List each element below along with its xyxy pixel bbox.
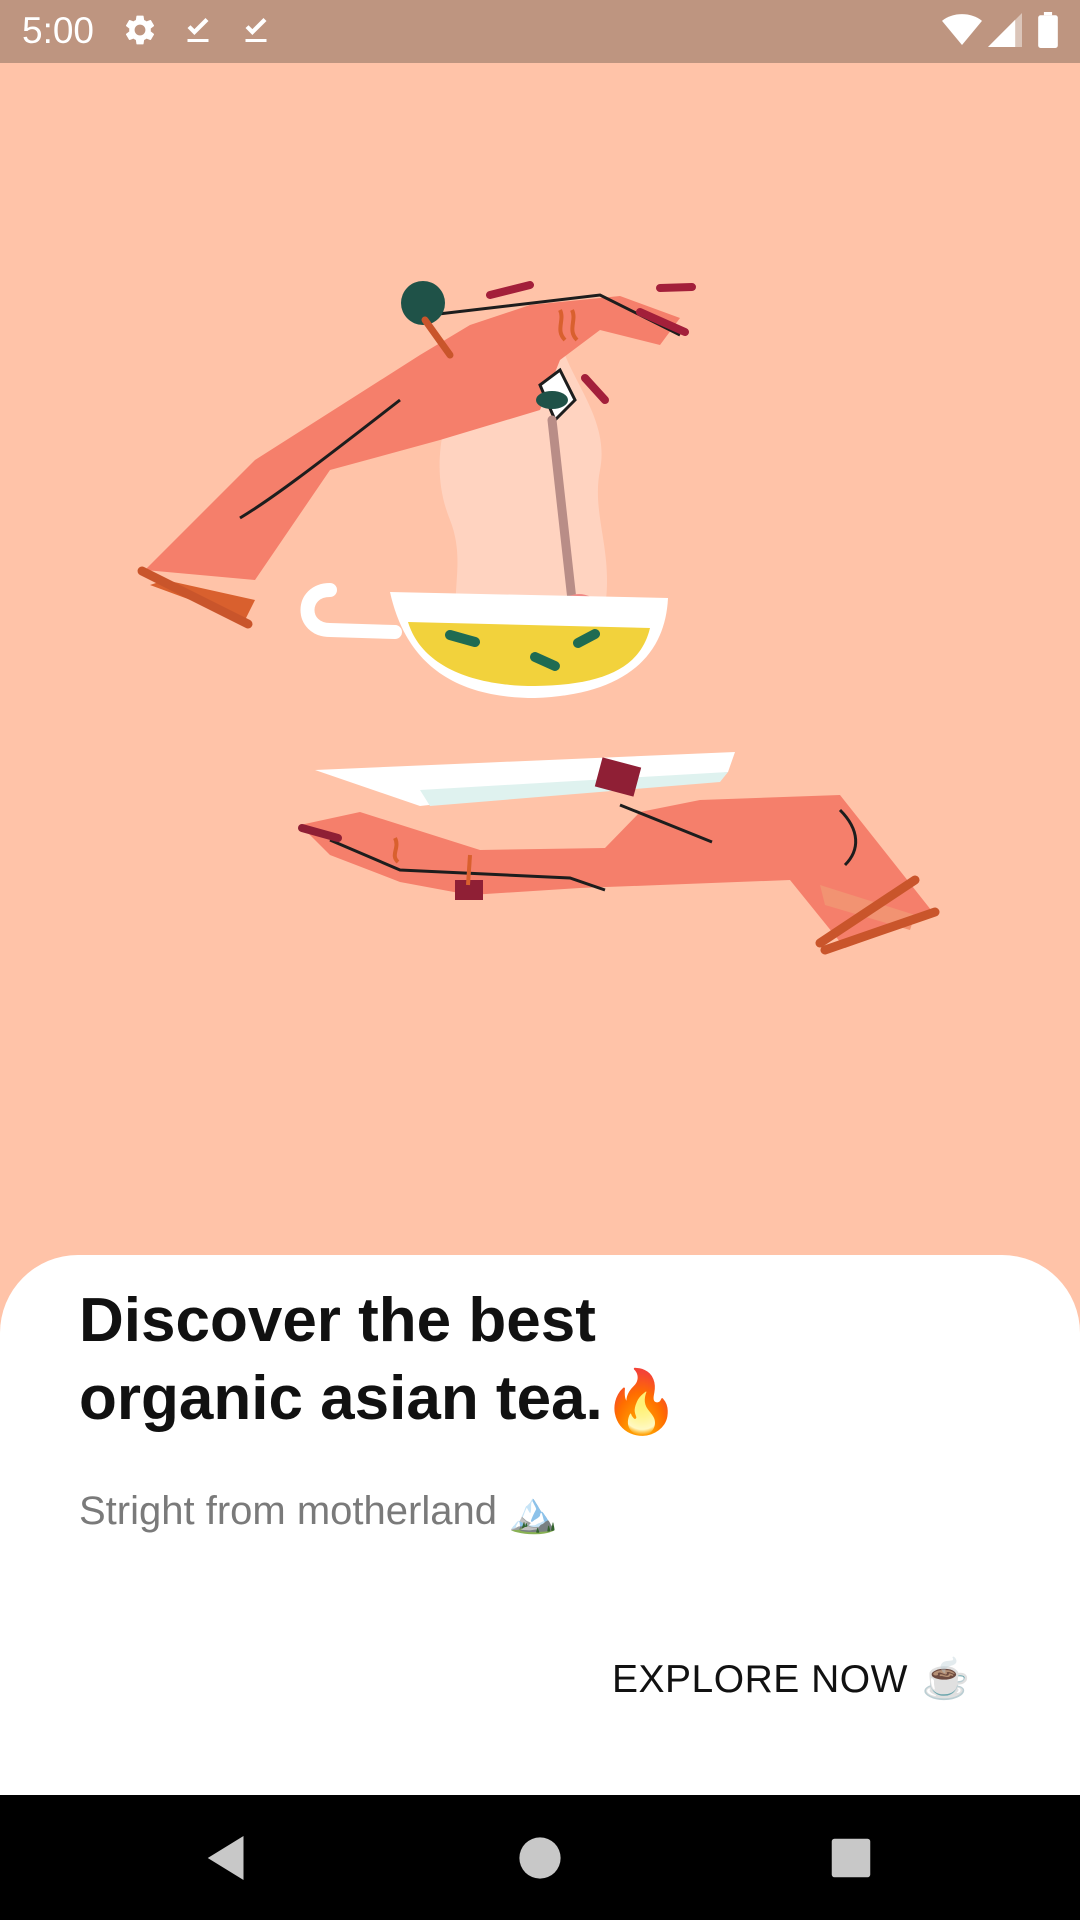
download-done-icon bbox=[238, 12, 274, 53]
onboarding-subtitle: Stright from motherland 🏔️ bbox=[79, 1486, 558, 1538]
explore-now-label: EXPLORE NOW bbox=[612, 1658, 908, 1701]
mountain-emoji: 🏔️ bbox=[508, 1491, 558, 1536]
status-time: 5:00 bbox=[22, 10, 95, 51]
settings-icon bbox=[122, 12, 158, 53]
app-screen: 5:00 Discover the best organic asian tea… bbox=[0, 0, 1080, 1920]
explore-now-button[interactable]: EXPLORE NOW ☕ bbox=[600, 1645, 983, 1715]
home-icon[interactable] bbox=[507, 1825, 573, 1891]
coffee-emoji: ☕ bbox=[921, 1658, 971, 1701]
onboarding-headline: Discover the best organic asian tea.🔥 bbox=[79, 1282, 779, 1442]
wifi-icon bbox=[942, 12, 982, 53]
hero-illustration bbox=[0, 63, 1080, 1263]
fire-emoji: 🔥 bbox=[602, 1367, 680, 1437]
navigation-bar bbox=[0, 1795, 1080, 1920]
back-icon[interactable] bbox=[194, 1825, 260, 1891]
headline-line-2: organic asian tea. bbox=[79, 1364, 603, 1433]
download-done-icon bbox=[180, 12, 216, 53]
subtitle-text: Stright from motherland bbox=[79, 1489, 497, 1533]
status-bar: 5:00 bbox=[0, 0, 1080, 63]
cellular-signal-icon bbox=[988, 12, 1022, 53]
battery-icon bbox=[1038, 12, 1058, 53]
headline-line-1: Discover the best bbox=[79, 1286, 596, 1355]
tea-hands-illustration bbox=[137, 281, 940, 955]
recents-icon[interactable] bbox=[818, 1825, 884, 1891]
